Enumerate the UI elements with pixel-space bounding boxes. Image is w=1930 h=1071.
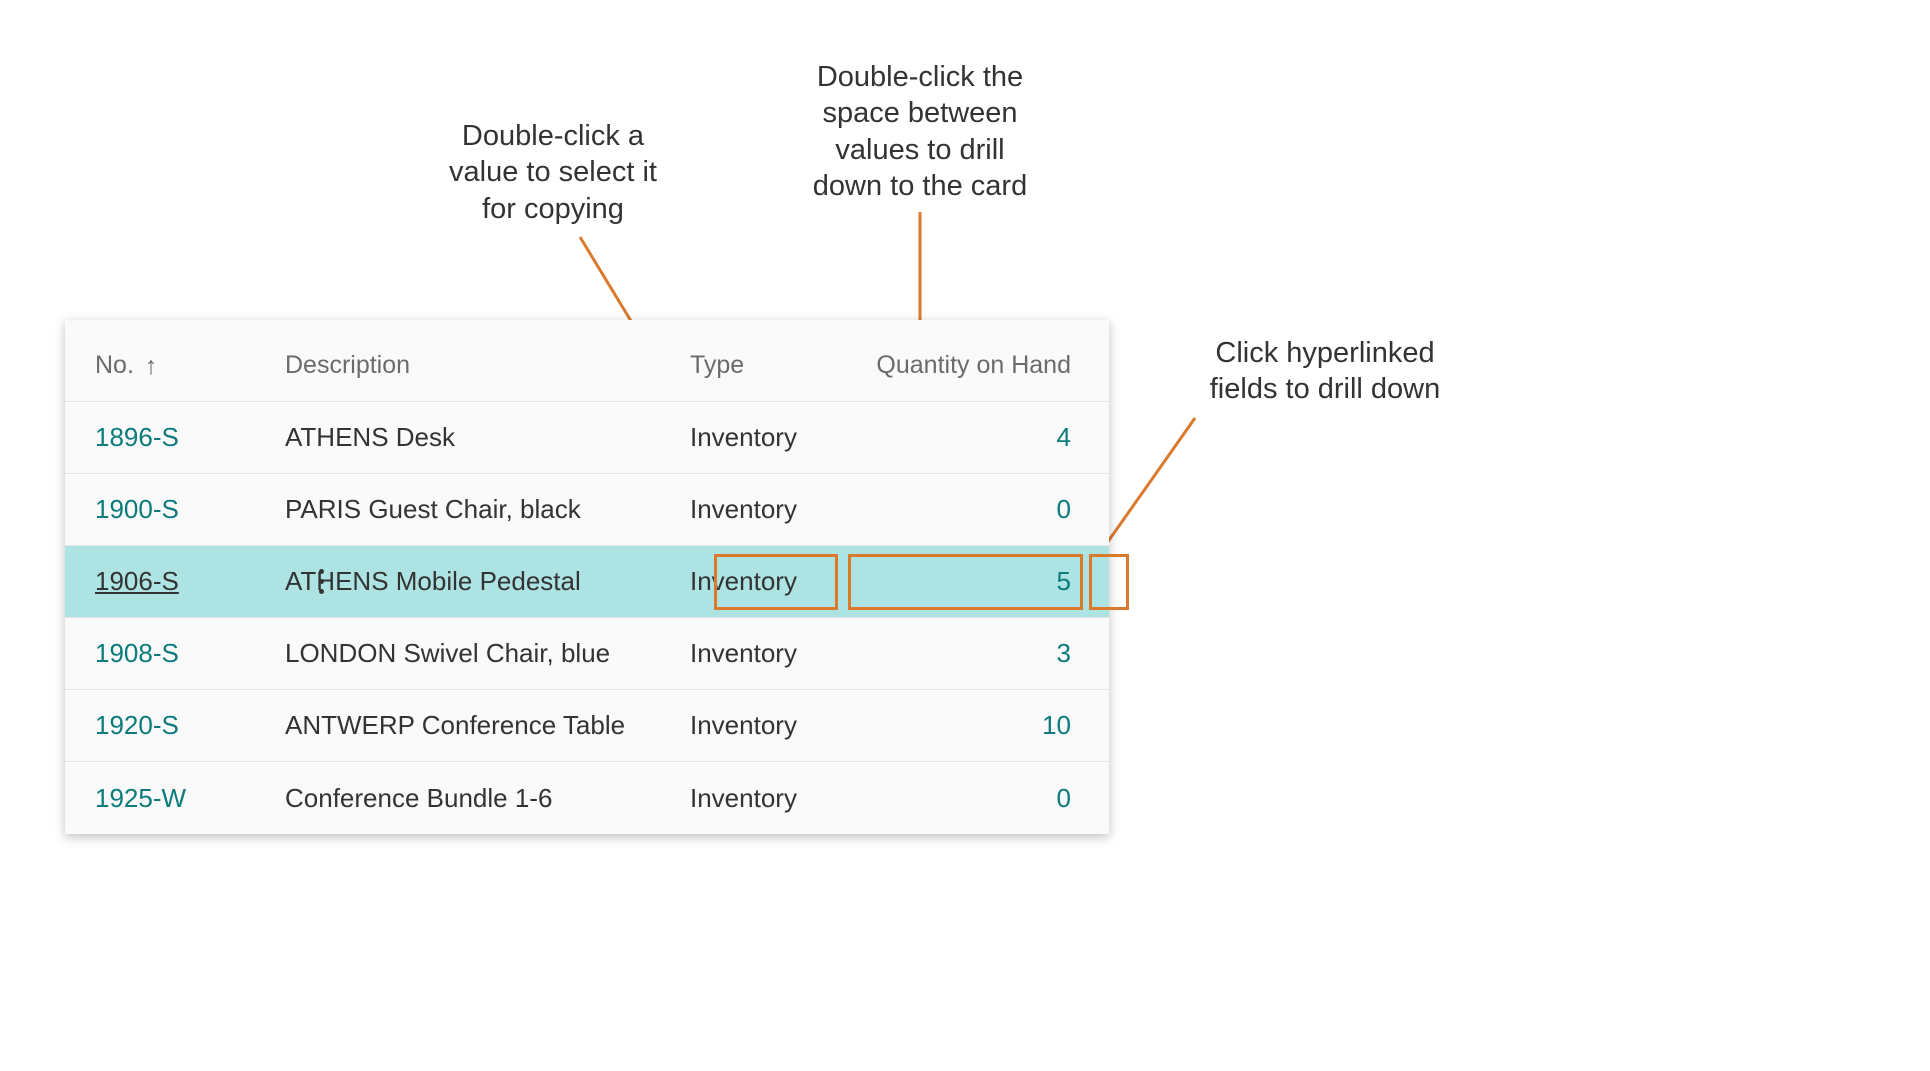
item-no-link[interactable]: 1908-S [95,638,179,668]
column-header-no[interactable]: No. ↑ [65,351,285,380]
cell-description[interactable]: LONDON Swivel Chair, blue [285,638,690,669]
cell-no: 1906-S [65,566,285,597]
item-no-link[interactable]: 1896-S [95,422,179,452]
item-no-link[interactable]: 1900-S [95,494,179,524]
table-row[interactable]: 1908-S LONDON Swivel Chair, blueInventory… [65,618,1109,690]
annotation-drill-card: Double-click the space between values to… [775,59,1065,204]
qty-link[interactable]: 10 [1042,710,1071,740]
cell-no: 1925-W [65,783,285,814]
cell-description[interactable]: Conference Bundle 1-6 [285,783,690,814]
cell-type[interactable]: Inventory [690,422,850,453]
qty-link[interactable]: 0 [1057,494,1071,524]
sort-ascending-icon: ↑ [145,352,158,381]
cell-qty: 3 [850,638,1109,669]
column-header-type[interactable]: Type [690,351,850,380]
row-actions-icon[interactable] [319,546,324,617]
cell-qty: 10 [850,710,1109,741]
cell-description[interactable]: ATHENS Desk [285,422,690,453]
qty-link[interactable]: 3 [1057,638,1071,668]
cell-no: 1920-S [65,710,285,741]
cell-qty: 5 [850,566,1109,597]
table-row[interactable]: 1896-S ATHENS DeskInventory 4 [65,402,1109,474]
annotation-copy-value: Double-click a value to select it for co… [423,118,683,227]
cell-no: 1900-S [65,494,285,525]
column-header-qty[interactable]: Quantity on Hand [850,351,1109,380]
cell-no: 1896-S [65,422,285,453]
item-no-link[interactable]: 1906-S [95,566,179,596]
cell-type[interactable]: Inventory [690,783,850,814]
cell-description[interactable]: PARIS Guest Chair, black [285,494,690,525]
cell-qty: 0 [850,783,1109,814]
qty-link[interactable]: 0 [1057,783,1071,813]
table-row[interactable]: 1925-W Conference Bundle 1-6Inventory 0 [65,762,1109,834]
table-body: 1896-SATHENS DeskInventory41900-SPARIS G… [65,402,1109,834]
column-header-description[interactable]: Description [285,351,690,380]
table-header-row: No. ↑ Description Type Quantity on Hand [65,330,1109,402]
cell-qty: 0 [850,494,1109,525]
item-no-link[interactable]: 1920-S [95,710,179,740]
stage: Double-click a value to select it for co… [0,0,1930,1071]
annotation-hyperlink-drill: Click hyperlinked fields to drill down [1180,335,1470,408]
cell-type[interactable]: Inventory [690,710,850,741]
cell-qty: 4 [850,422,1109,453]
items-list-card: No. ↑ Description Type Quantity on Hand … [65,320,1109,834]
cell-description[interactable]: ATHENS Mobile Pedestal [285,566,690,597]
cell-type[interactable]: Inventory [690,494,850,525]
table-row[interactable]: 1920-S ANTWERP Conference TableInventory 1… [65,690,1109,762]
item-no-link[interactable]: 1925-W [95,783,186,813]
column-header-no-label: No. [95,351,134,379]
qty-link[interactable]: 4 [1057,422,1071,452]
cell-description[interactable]: ANTWERP Conference Table [285,710,690,741]
table-row[interactable]: 1900-S PARIS Guest Chair, blackInventory 0 [65,474,1109,546]
cell-type[interactable]: Inventory [690,638,850,669]
cell-type[interactable]: Inventory [690,566,850,597]
qty-link[interactable]: 5 [1057,566,1071,596]
cell-no: 1908-S [65,638,285,669]
table-row[interactable]: 1906-S ATHENS Mobile PedestalInventory 5 [65,546,1109,618]
